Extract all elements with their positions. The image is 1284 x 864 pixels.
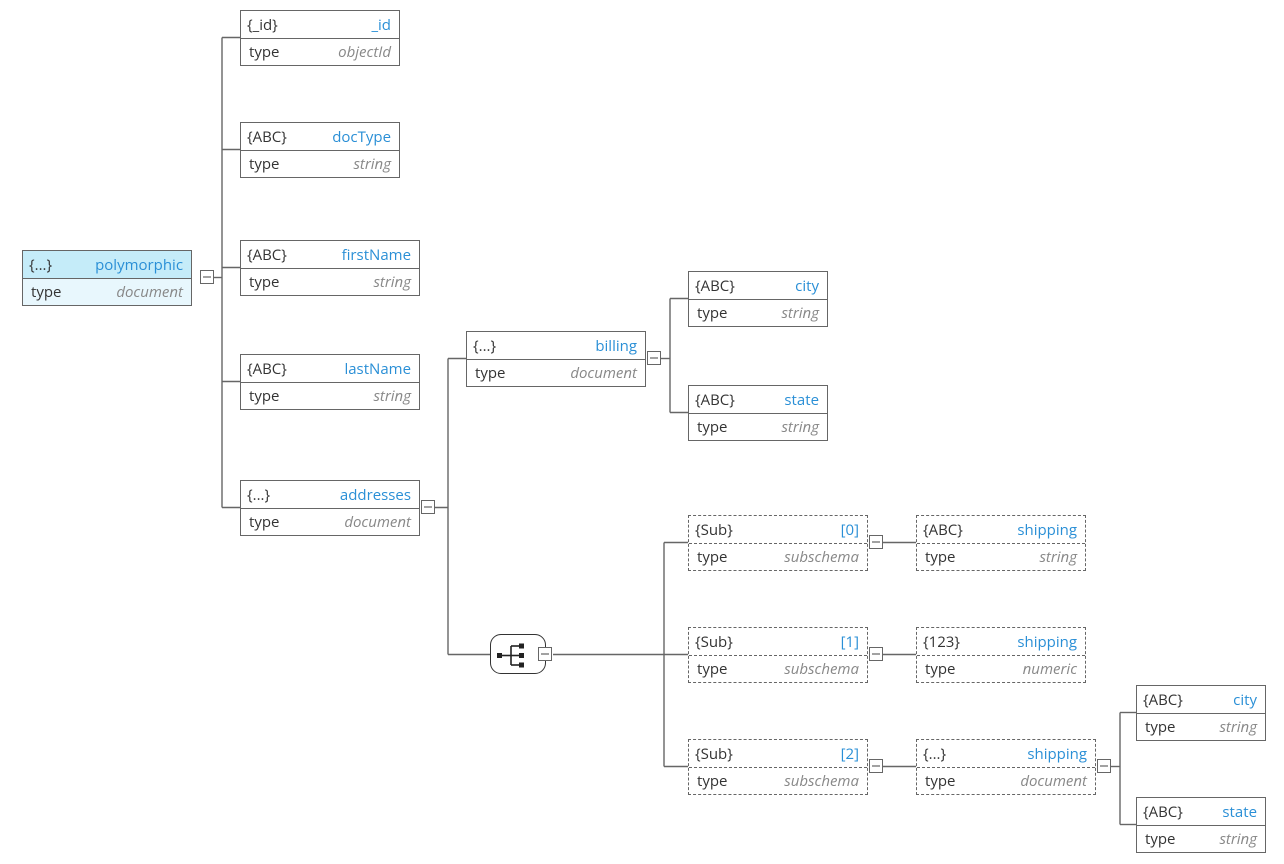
node-name: polymorphic bbox=[58, 255, 191, 275]
type-val: subschema bbox=[735, 659, 867, 679]
node-name: firstName bbox=[293, 245, 419, 265]
type-val: subschema bbox=[735, 547, 867, 567]
type-val: document bbox=[69, 282, 191, 302]
node-tag: {ABC} bbox=[917, 520, 969, 540]
type-key: type bbox=[917, 771, 963, 791]
node-name: state bbox=[1189, 802, 1265, 822]
type-val: document bbox=[963, 771, 1095, 791]
node-city[interactable]: {ABC}city typestring bbox=[688, 271, 828, 327]
type-val: string bbox=[1183, 717, 1265, 737]
type-key: type bbox=[689, 417, 735, 437]
node-tag: {123} bbox=[917, 632, 966, 652]
node-tag: {ABC} bbox=[689, 276, 741, 296]
type-key: type bbox=[1137, 717, 1183, 737]
collapse-toggle[interactable] bbox=[538, 647, 552, 661]
node-name: [0] bbox=[739, 520, 867, 540]
node-city-2[interactable]: {ABC}city typestring bbox=[1136, 685, 1266, 741]
node-name: state bbox=[741, 390, 827, 410]
type-val: objectId bbox=[287, 42, 399, 62]
node-shipping-0[interactable]: {ABC}shipping typestring bbox=[916, 515, 1086, 571]
node-sub-0[interactable]: {Sub}[0] typesubschema bbox=[688, 515, 868, 571]
collapse-toggle[interactable] bbox=[869, 535, 883, 549]
node-tag: {...} bbox=[917, 744, 952, 764]
node-polymorphic[interactable]: {...}polymorphic typedocument bbox=[22, 250, 192, 306]
node-name: shipping bbox=[969, 520, 1085, 540]
node-tag: {ABC} bbox=[241, 127, 293, 147]
node-tag: {ABC} bbox=[1137, 802, 1189, 822]
node-name: _id bbox=[284, 15, 399, 35]
node-tag: {...} bbox=[467, 336, 502, 356]
type-key: type bbox=[241, 512, 287, 532]
type-val: string bbox=[287, 154, 399, 174]
node-name: [2] bbox=[739, 744, 867, 764]
node-tag: {...} bbox=[23, 255, 58, 275]
node-shipping-2[interactable]: {...}shipping typedocument bbox=[916, 739, 1096, 795]
node-shipping-1[interactable]: {123}shipping typenumeric bbox=[916, 627, 1086, 683]
node-tag: {Sub} bbox=[689, 632, 739, 652]
choice-node[interactable] bbox=[490, 634, 546, 674]
type-key: type bbox=[689, 303, 735, 323]
collapse-toggle[interactable] bbox=[869, 759, 883, 773]
node-name: addresses bbox=[276, 485, 419, 505]
node-tag: {ABC} bbox=[1137, 690, 1189, 710]
node-docType[interactable]: {ABC}docType typestring bbox=[240, 122, 400, 178]
type-key: type bbox=[23, 282, 69, 302]
node-tag: {ABC} bbox=[241, 359, 293, 379]
collapse-toggle[interactable] bbox=[421, 500, 435, 514]
type-key: type bbox=[241, 42, 287, 62]
node-name: city bbox=[741, 276, 827, 296]
node-tag: {_id} bbox=[241, 15, 284, 35]
type-key: type bbox=[467, 363, 513, 383]
collapse-toggle[interactable] bbox=[1097, 759, 1111, 773]
node-name: city bbox=[1189, 690, 1265, 710]
type-key: type bbox=[917, 659, 963, 679]
collapse-toggle[interactable] bbox=[869, 647, 883, 661]
collapse-toggle[interactable] bbox=[647, 351, 661, 365]
diagram-canvas: { "labels": { "typeKey": "type" }, "node… bbox=[0, 0, 1284, 864]
node-tag: {ABC} bbox=[241, 245, 293, 265]
type-val: string bbox=[1183, 829, 1265, 849]
node-name: lastName bbox=[293, 359, 419, 379]
node-tag: {Sub} bbox=[689, 520, 739, 540]
node-id[interactable]: {_id}_id typeobjectId bbox=[240, 10, 400, 66]
type-key: type bbox=[689, 771, 735, 791]
node-state[interactable]: {ABC}state typestring bbox=[688, 385, 828, 441]
collapse-toggle[interactable] bbox=[200, 270, 214, 284]
type-val: string bbox=[287, 272, 419, 292]
branch-icon bbox=[497, 642, 525, 668]
node-name: shipping bbox=[952, 744, 1095, 764]
type-key: type bbox=[241, 154, 287, 174]
node-firstName[interactable]: {ABC}firstName typestring bbox=[240, 240, 420, 296]
type-val: string bbox=[963, 547, 1085, 567]
node-name: docType bbox=[293, 127, 399, 147]
type-key: type bbox=[917, 547, 963, 567]
type-key: type bbox=[689, 659, 735, 679]
node-name: [1] bbox=[739, 632, 867, 652]
type-val: string bbox=[735, 303, 827, 323]
type-val: subschema bbox=[735, 771, 867, 791]
node-name: shipping bbox=[966, 632, 1085, 652]
node-name: billing bbox=[502, 336, 645, 356]
type-val: document bbox=[287, 512, 419, 532]
type-key: type bbox=[689, 547, 735, 567]
node-lastName[interactable]: {ABC}lastName typestring bbox=[240, 354, 420, 410]
node-tag: {ABC} bbox=[689, 390, 741, 410]
type-val: string bbox=[287, 386, 419, 406]
node-state-2[interactable]: {ABC}state typestring bbox=[1136, 797, 1266, 853]
node-addresses[interactable]: {...}addresses typedocument bbox=[240, 480, 420, 536]
type-key: type bbox=[1137, 829, 1183, 849]
type-val: document bbox=[513, 363, 645, 383]
type-val: numeric bbox=[963, 659, 1085, 679]
node-billing[interactable]: {...}billing typedocument bbox=[466, 331, 646, 387]
node-sub-1[interactable]: {Sub}[1] typesubschema bbox=[688, 627, 868, 683]
node-tag: {Sub} bbox=[689, 744, 739, 764]
type-val: string bbox=[735, 417, 827, 437]
type-key: type bbox=[241, 272, 287, 292]
connector-lines bbox=[0, 0, 1284, 864]
type-key: type bbox=[241, 386, 287, 406]
node-sub-2[interactable]: {Sub}[2] typesubschema bbox=[688, 739, 868, 795]
node-tag: {...} bbox=[241, 485, 276, 505]
